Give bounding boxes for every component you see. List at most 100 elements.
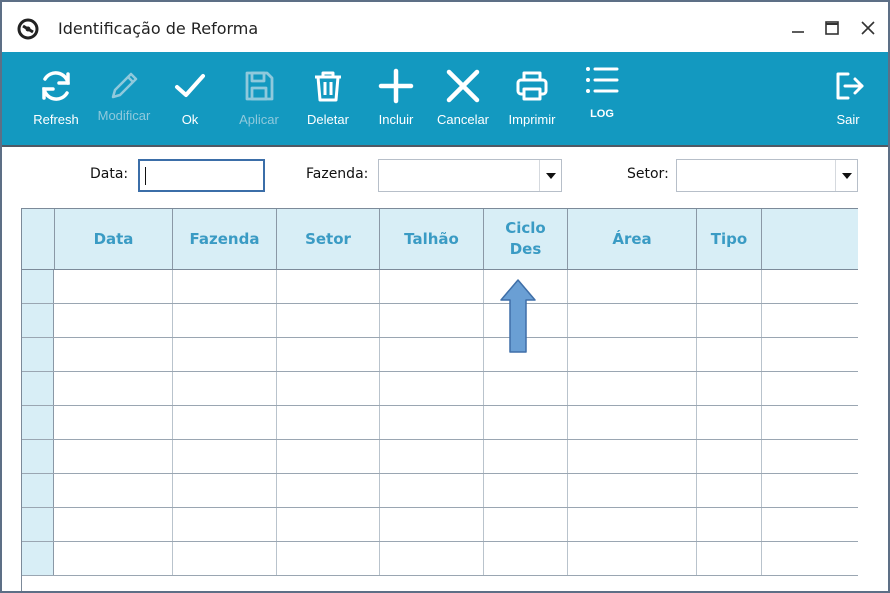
table-cell[interactable] — [762, 474, 858, 507]
table-cell[interactable] — [380, 372, 484, 405]
table-cell[interactable] — [380, 440, 484, 473]
row-indicator[interactable] — [22, 372, 54, 405]
refresh-button[interactable]: Refresh — [28, 52, 84, 145]
modificar-button[interactable]: Modificar — [94, 52, 154, 145]
table-cell[interactable] — [568, 372, 697, 405]
table-row[interactable] — [22, 270, 858, 304]
table-row[interactable] — [22, 440, 858, 474]
row-indicator[interactable] — [22, 508, 54, 541]
table-cell[interactable] — [55, 304, 173, 337]
row-indicator[interactable] — [22, 440, 54, 473]
column-header-data[interactable]: Data — [55, 209, 173, 269]
column-header-ciclo-des[interactable]: Ciclo Des — [484, 209, 568, 269]
table-cell[interactable] — [697, 508, 762, 541]
setor-dropdown-button[interactable] — [835, 160, 857, 191]
column-header-talhao[interactable]: Talhão — [380, 209, 484, 269]
table-cell[interactable] — [568, 406, 697, 439]
table-cell[interactable] — [173, 270, 277, 303]
table-cell[interactable] — [55, 474, 173, 507]
data-grid[interactable]: Data Fazenda Setor Talhão Ciclo Des Área… — [21, 208, 858, 591]
table-cell[interactable] — [173, 338, 277, 371]
table-cell[interactable] — [277, 542, 380, 575]
column-header-area[interactable]: Área — [568, 209, 697, 269]
table-cell[interactable] — [568, 440, 697, 473]
ok-button[interactable]: Ok — [168, 52, 212, 145]
table-row[interactable] — [22, 338, 858, 372]
table-cell[interactable] — [762, 406, 858, 439]
column-header-extra[interactable] — [762, 209, 858, 269]
table-cell[interactable] — [277, 304, 380, 337]
incluir-button[interactable]: Incluir — [374, 52, 418, 145]
table-cell[interactable] — [55, 406, 173, 439]
fazenda-select[interactable] — [378, 159, 562, 192]
table-cell[interactable] — [484, 542, 568, 575]
table-cell[interactable] — [277, 406, 380, 439]
table-cell[interactable] — [762, 304, 858, 337]
row-indicator[interactable] — [22, 270, 54, 303]
table-cell[interactable] — [484, 372, 568, 405]
setor-select[interactable] — [676, 159, 858, 192]
table-cell[interactable] — [380, 304, 484, 337]
table-cell[interactable] — [697, 406, 762, 439]
table-cell[interactable] — [55, 542, 173, 575]
table-cell[interactable] — [55, 372, 173, 405]
table-cell[interactable] — [173, 304, 277, 337]
table-cell[interactable] — [484, 508, 568, 541]
column-header-fazenda[interactable]: Fazenda — [173, 209, 277, 269]
table-cell[interactable] — [697, 372, 762, 405]
table-cell[interactable] — [277, 372, 380, 405]
row-indicator[interactable] — [22, 474, 54, 507]
table-cell[interactable] — [380, 270, 484, 303]
log-button[interactable]: LOG — [580, 52, 624, 145]
column-header-tipo[interactable]: Tipo — [697, 209, 762, 269]
fazenda-dropdown-button[interactable] — [539, 160, 561, 191]
table-cell[interactable] — [697, 338, 762, 371]
table-cell[interactable] — [568, 338, 697, 371]
table-row[interactable] — [22, 372, 858, 406]
table-cell[interactable] — [568, 304, 697, 337]
table-cell[interactable] — [697, 542, 762, 575]
table-cell[interactable] — [762, 338, 858, 371]
close-window-button[interactable] — [854, 14, 882, 42]
table-cell[interactable] — [380, 338, 484, 371]
table-cell[interactable] — [697, 440, 762, 473]
table-cell[interactable] — [277, 440, 380, 473]
table-cell[interactable] — [380, 406, 484, 439]
table-row[interactable] — [22, 474, 858, 508]
table-cell[interactable] — [762, 270, 858, 303]
data-input[interactable] — [138, 159, 265, 192]
row-indicator[interactable] — [22, 304, 54, 337]
aplicar-button[interactable]: Aplicar — [234, 52, 284, 145]
table-cell[interactable] — [277, 338, 380, 371]
table-cell[interactable] — [55, 508, 173, 541]
table-cell[interactable] — [173, 440, 277, 473]
row-indicator[interactable] — [22, 338, 54, 371]
table-cell[interactable] — [277, 270, 380, 303]
maximize-button[interactable] — [818, 14, 846, 42]
table-cell[interactable] — [173, 372, 277, 405]
table-cell[interactable] — [380, 474, 484, 507]
table-cell[interactable] — [173, 542, 277, 575]
table-row[interactable] — [22, 406, 858, 440]
table-cell[interactable] — [55, 338, 173, 371]
table-cell[interactable] — [697, 304, 762, 337]
table-cell[interactable] — [484, 440, 568, 473]
table-cell[interactable] — [277, 474, 380, 507]
table-cell[interactable] — [484, 474, 568, 507]
table-cell[interactable] — [173, 508, 277, 541]
table-cell[interactable] — [380, 542, 484, 575]
deletar-button[interactable]: Deletar — [302, 52, 354, 145]
table-cell[interactable] — [697, 270, 762, 303]
table-cell[interactable] — [568, 542, 697, 575]
table-cell[interactable] — [173, 406, 277, 439]
table-cell[interactable] — [762, 372, 858, 405]
table-cell[interactable] — [380, 508, 484, 541]
table-cell[interactable] — [277, 508, 380, 541]
sair-button[interactable]: Sair — [828, 52, 868, 145]
imprimir-button[interactable]: Imprimir — [504, 52, 560, 145]
minimize-button[interactable] — [784, 14, 812, 42]
table-cell[interactable] — [697, 474, 762, 507]
column-header-setor[interactable]: Setor — [277, 209, 380, 269]
table-row[interactable] — [22, 542, 858, 576]
row-indicator[interactable] — [22, 542, 54, 575]
